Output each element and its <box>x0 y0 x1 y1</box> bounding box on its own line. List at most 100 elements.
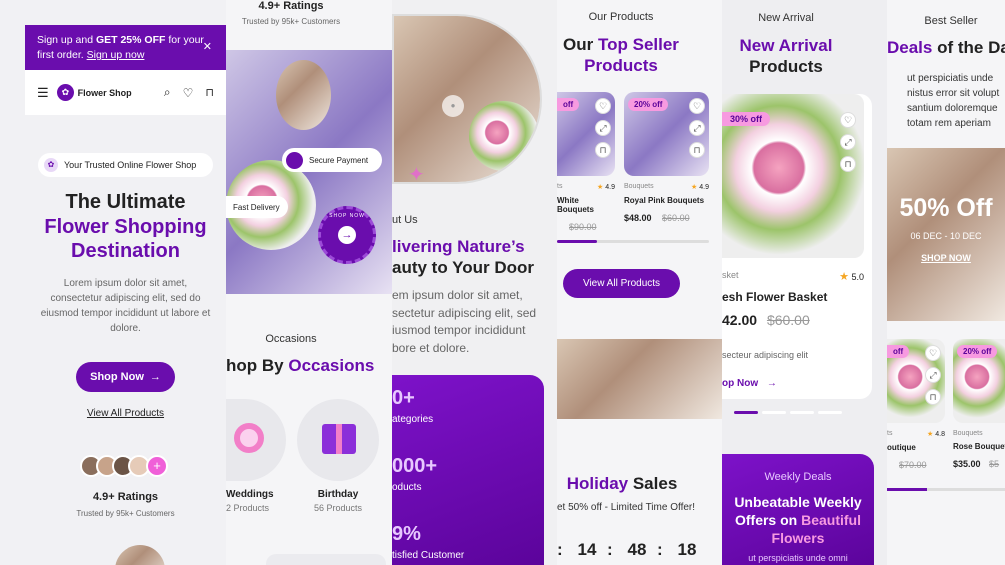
mobile-screen-about: ● ✦ ut Us livering Nature’s auty to Your… <box>392 0 557 565</box>
bag-icon[interactable]: ⊓ <box>689 142 705 158</box>
about-image-circle: ● <box>392 14 542 184</box>
product-image: 20% off ♡ ⤢ ⊓ <box>624 92 709 176</box>
bag-icon[interactable]: ⊓ <box>205 86 214 99</box>
bag-icon[interactable]: ⊓ <box>595 142 611 158</box>
bag-icon[interactable]: ⊓ <box>925 389 941 405</box>
add-icon[interactable]: + <box>146 455 168 477</box>
brand-name[interactable]: Flower Shop <box>78 88 132 98</box>
next-card-preview <box>266 554 386 565</box>
title-b: of the Da <box>932 38 1005 57</box>
gift-icon <box>297 399 379 481</box>
star-icon: ★ <box>927 431 934 438</box>
stat-label: tisfied Customer <box>392 550 465 561</box>
weekly-title: Unbeatable Weekly Offers on Beautiful Fl… <box>722 493 874 547</box>
countdown-minutes: 48 <box>627 540 647 559</box>
signup-link[interactable]: Sign up now <box>87 49 145 61</box>
weekly-label: Weekly Deals <box>764 471 832 483</box>
occasions-title-a: hop By <box>226 356 289 375</box>
logo-icon: ✿ <box>56 84 74 101</box>
occasions-label: Occasions <box>265 333 317 345</box>
discount-badge: 20% off <box>628 98 669 111</box>
product-desc: secteur adipiscing elit <box>722 350 809 360</box>
product-old-price: $70.00 <box>899 460 927 470</box>
occasion-name: Birthday <box>317 489 359 500</box>
product-card[interactable]: off ♡ ⤢ ⊓ ts ★ 4.8 outique $70.00 <box>887 339 945 479</box>
trusted-by: Trusted by 95k+ Customers <box>76 509 175 518</box>
shop-now-stamp[interactable]: SHOP NOW → <box>318 206 376 264</box>
carousel-progress[interactable] <box>887 488 1005 491</box>
bag-icon[interactable]: ⊓ <box>840 156 856 172</box>
hero-model-image <box>226 50 392 294</box>
heart-icon[interactable]: ♡ <box>840 112 856 128</box>
weekly-title-a: Unbeatable Weekly <box>734 494 862 510</box>
discount-badge: 20% off <box>957 345 998 358</box>
occasion-card-birthday[interactable]: Birthday 56 Products <box>297 399 379 519</box>
rating: ★ 4.8 <box>927 430 945 438</box>
rating-value: 4.9 <box>605 184 615 191</box>
product-image: off ♡ ⤢ ⊓ <box>887 339 945 423</box>
shop-now-link[interactable]: SHOP NOW <box>887 253 1005 263</box>
section-title: Deals of the Da <box>887 38 1005 58</box>
hero-title: The Ultimate Flower Shopping Destination <box>25 190 226 264</box>
deal-banner[interactable]: 50% Off 06 DEC - 10 DEC SHOP NOW <box>887 148 1005 321</box>
product-old-price: $60.00 <box>662 213 690 223</box>
promo-discount: GET 25% OFF <box>95 34 166 46</box>
shop-now-link[interactable]: op Now → <box>722 378 777 389</box>
discount-badge: off <box>887 345 910 358</box>
countdown-seconds: 18 <box>677 540 697 559</box>
occasion-name: Weddings <box>226 489 274 500</box>
heart-icon[interactable]: ♡ <box>925 345 941 361</box>
stat-value: 000+ <box>392 455 438 477</box>
product-image: off ♡ ⤢ ⊓ <box>557 92 615 176</box>
close-icon[interactable]: ✕ <box>203 40 212 55</box>
product-category: ts <box>887 430 893 437</box>
carousel-progress[interactable] <box>557 240 709 243</box>
heart-icon[interactable]: ♡ <box>183 86 194 100</box>
about-body: em ipsum dolor sit amet, sectetur adipis… <box>392 288 537 355</box>
promo-text: Sign up and <box>37 34 96 46</box>
menu-icon[interactable]: ☰ <box>37 85 49 101</box>
play-icon[interactable]: ● <box>442 95 464 117</box>
stat-categories: 0+ ategories <box>392 387 433 425</box>
fast-delivery-label: Fast Delivery <box>233 202 280 212</box>
product-name: outique <box>887 443 916 452</box>
holiday-title: Holiday Sales <box>557 474 687 494</box>
product-old-price: $90.00 <box>569 222 597 232</box>
product-price: $48.00 <box>624 213 652 223</box>
weekly-deals-panel: Weekly Deals Unbeatable Weekly Offers on… <box>722 454 874 565</box>
header-bar: ☰ ✿ Flower Shop ⌕ ♡ ⊓ <box>25 70 226 115</box>
about-title: livering Nature’s auty to Your Door <box>392 236 557 278</box>
stat-label: ategories <box>392 414 434 425</box>
product-category: Bouquets <box>953 430 983 437</box>
view-all-products-link[interactable]: View All Products <box>25 408 226 419</box>
model-face <box>276 60 331 130</box>
title-b: Top Seller <box>598 35 679 54</box>
product-card[interactable]: 20% off Bouquets Rose Bouquets $35.00 $5 <box>953 339 1005 479</box>
deals-body: ut perspiciatis unde nistus error sit vo… <box>907 73 1000 129</box>
stat-value: 9% <box>392 523 421 545</box>
carousel-dots[interactable] <box>734 411 842 414</box>
occasion-card-weddings[interactable]: Weddings 2 Products <box>226 399 286 519</box>
view-all-products-button[interactable]: View All Products <box>563 269 680 298</box>
mobile-screen-products: Our Products Our Top Seller Products off… <box>557 0 722 565</box>
ring-icon <box>226 399 286 481</box>
section-label: Best Seller <box>924 15 978 27</box>
search-icon[interactable]: ⌕ <box>164 85 171 100</box>
star-icon: ★ <box>597 184 604 191</box>
product-card[interactable]: 20% off ♡ ⤢ ⊓ Bouquets ★ 4.9 Royal Pink … <box>624 92 709 232</box>
product-card-large[interactable]: 30% off ♡ ⤢ ⊓ sket ★ 5.0 esh Flower Bask… <box>722 94 872 399</box>
expand-icon[interactable]: ⤢ <box>595 120 611 136</box>
shop-now-button[interactable]: Shop Now → <box>76 362 175 392</box>
heart-icon[interactable]: ♡ <box>595 98 611 114</box>
expand-icon[interactable]: ⤢ <box>689 120 705 136</box>
heart-icon[interactable]: ♡ <box>689 98 705 114</box>
product-old-price: $60.00 <box>766 312 810 328</box>
expand-icon[interactable]: ⤢ <box>840 134 856 150</box>
hero-body: Lorem ipsum dolor sit amet, consectetur … <box>40 278 211 334</box>
expand-icon[interactable]: ⤢ <box>925 367 941 383</box>
product-name: Royal Pink Bouquets <box>624 196 705 205</box>
rating: ★ 4.9 <box>691 183 709 191</box>
shop-now-label: Shop Now <box>90 371 144 383</box>
product-card[interactable]: off ♡ ⤢ ⊓ ts ★ 4.9 White Bouquets $90.00 <box>557 92 615 232</box>
stats-panel: 0+ ategories 000+ oducts 9% tisfied Cust… <box>392 375 544 565</box>
